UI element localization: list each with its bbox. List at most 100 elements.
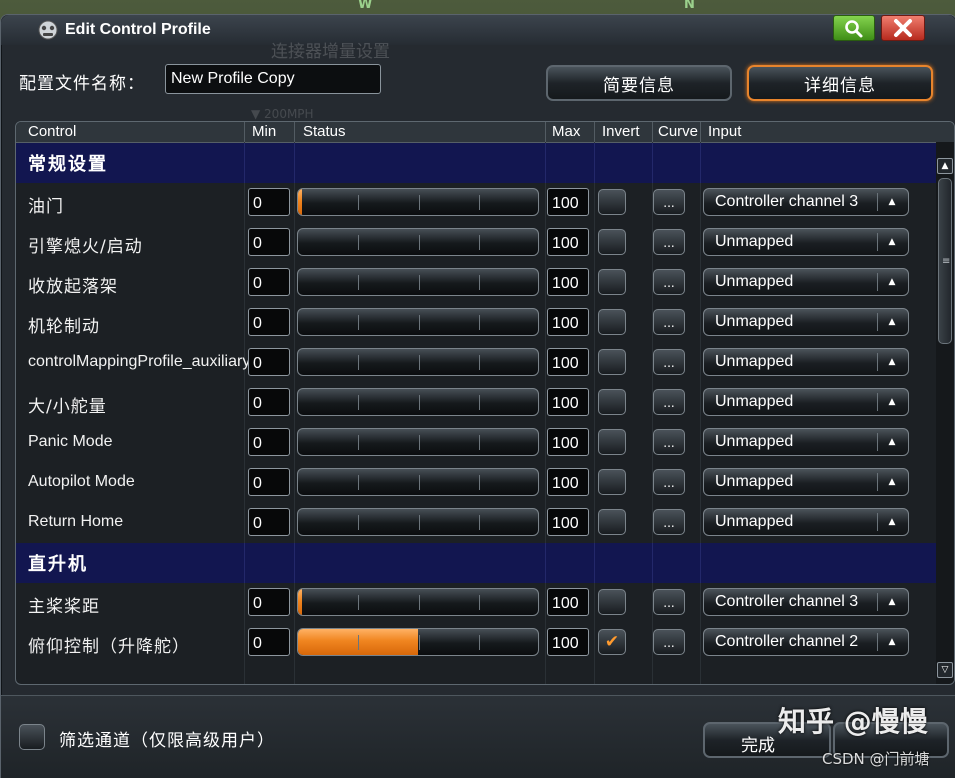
input-dropdown[interactable]: Unmapped ▲ bbox=[703, 508, 909, 536]
min-value-input[interactable] bbox=[248, 508, 290, 536]
table-row: 机轮制动 ... Unmapped ▲ bbox=[16, 303, 936, 343]
min-value-input[interactable] bbox=[248, 268, 290, 296]
status-tick bbox=[479, 315, 480, 330]
max-value-input[interactable] bbox=[547, 308, 589, 336]
input-dropdown[interactable]: Unmapped ▲ bbox=[703, 388, 909, 416]
control-name: 大/小舵量 bbox=[28, 397, 107, 417]
max-value-input[interactable] bbox=[547, 388, 589, 416]
status-tick bbox=[479, 595, 480, 610]
curve-button[interactable]: ... bbox=[653, 429, 685, 455]
dropdown-arrow-icon: ▲ bbox=[888, 477, 896, 487]
status-tick bbox=[358, 315, 359, 330]
dropdown-arrow-icon: ▲ bbox=[888, 437, 896, 447]
max-value-input[interactable] bbox=[547, 468, 589, 496]
min-value-input[interactable] bbox=[248, 188, 290, 216]
dropdown-arrow-icon: ▲ bbox=[888, 237, 896, 247]
min-value-input[interactable] bbox=[248, 388, 290, 416]
curve-button[interactable]: ... bbox=[653, 509, 685, 535]
scroll-thumb[interactable]: ≡ bbox=[938, 178, 952, 344]
close-button[interactable] bbox=[881, 15, 925, 41]
invert-checkbox[interactable] bbox=[598, 309, 626, 335]
input-dropdown[interactable]: Unmapped ▲ bbox=[703, 428, 909, 456]
input-dropdown[interactable]: Controller channel 2 ▲ bbox=[703, 628, 909, 656]
max-value-input[interactable] bbox=[547, 348, 589, 376]
filter-channels-checkbox[interactable] bbox=[19, 724, 45, 750]
input-dropdown[interactable]: Unmapped ▲ bbox=[703, 348, 909, 376]
control-name: Return Home bbox=[28, 513, 124, 530]
invert-checkbox[interactable] bbox=[598, 349, 626, 375]
curve-button[interactable]: ... bbox=[653, 469, 685, 495]
curve-button[interactable]: ... bbox=[653, 309, 685, 335]
min-value-input[interactable] bbox=[248, 428, 290, 456]
invert-checkbox[interactable] bbox=[598, 189, 626, 215]
invert-checkbox[interactable] bbox=[598, 589, 626, 615]
vertical-scrollbar[interactable]: ▲ ≡ ▽ bbox=[936, 142, 954, 684]
max-value-input[interactable] bbox=[547, 268, 589, 296]
dropdown-separator bbox=[877, 193, 878, 211]
status-bar bbox=[297, 228, 539, 256]
status-bar bbox=[297, 188, 539, 216]
status-tick bbox=[479, 475, 480, 490]
input-dropdown[interactable]: Unmapped ▲ bbox=[703, 268, 909, 296]
tab-summary[interactable]: 简要信息 bbox=[546, 65, 732, 101]
section-divider bbox=[545, 543, 546, 583]
curve-button[interactable]: ... bbox=[653, 589, 685, 615]
invert-checkbox[interactable] bbox=[598, 229, 626, 255]
min-value-input[interactable] bbox=[248, 588, 290, 616]
profile-name-input[interactable] bbox=[165, 64, 381, 94]
scroll-down-button[interactable]: ▽ bbox=[937, 662, 953, 678]
invert-checkbox[interactable] bbox=[598, 429, 626, 455]
status-tick bbox=[358, 435, 359, 450]
invert-checkbox[interactable]: ✔ bbox=[598, 629, 626, 655]
invert-checkbox[interactable] bbox=[598, 469, 626, 495]
min-value-input[interactable] bbox=[248, 228, 290, 256]
min-value-input[interactable] bbox=[248, 348, 290, 376]
max-value-input[interactable] bbox=[547, 228, 589, 256]
input-dropdown[interactable]: Unmapped ▲ bbox=[703, 468, 909, 496]
curve-button[interactable]: ... bbox=[653, 629, 685, 655]
curve-button[interactable]: ... bbox=[653, 269, 685, 295]
input-dropdown[interactable]: Unmapped ▲ bbox=[703, 228, 909, 256]
input-dropdown[interactable]: Controller channel 3 ▲ bbox=[703, 188, 909, 216]
scroll-up-button[interactable]: ▲ bbox=[937, 158, 953, 174]
min-value-input[interactable] bbox=[248, 628, 290, 656]
status-tick bbox=[419, 355, 420, 370]
status-tick bbox=[358, 235, 359, 250]
invert-checkbox[interactable] bbox=[598, 389, 626, 415]
max-value-input[interactable] bbox=[547, 508, 589, 536]
status-tick bbox=[419, 195, 420, 210]
invert-checkbox[interactable] bbox=[598, 509, 626, 535]
input-dropdown[interactable]: Controller channel 3 ▲ bbox=[703, 588, 909, 616]
status-bar bbox=[297, 628, 539, 656]
table-row: controlMappingProfile_auxiliaryMode ... … bbox=[16, 343, 936, 383]
tab-detail[interactable]: 详细信息 bbox=[747, 65, 933, 101]
section-divider bbox=[700, 143, 701, 183]
table-header: Control Min Status Max Invert Curve Inpu… bbox=[16, 122, 954, 143]
min-value-input[interactable] bbox=[248, 308, 290, 336]
max-value-input[interactable] bbox=[547, 588, 589, 616]
status-tick bbox=[358, 395, 359, 410]
header-divider bbox=[594, 122, 595, 142]
control-name: 收放起落架 bbox=[28, 277, 118, 297]
input-dropdown[interactable]: Unmapped ▲ bbox=[703, 308, 909, 336]
curve-button[interactable]: ... bbox=[653, 229, 685, 255]
search-button[interactable] bbox=[833, 15, 875, 41]
invert-checkbox[interactable] bbox=[598, 269, 626, 295]
max-value-input[interactable] bbox=[547, 188, 589, 216]
curve-button[interactable]: ... bbox=[653, 349, 685, 375]
max-value-input[interactable] bbox=[547, 428, 589, 456]
section-divider bbox=[652, 543, 653, 583]
max-value-input[interactable] bbox=[547, 628, 589, 656]
section-header-row: 常规设置 bbox=[16, 143, 936, 183]
csdn-watermark: CSDN @门前塘 bbox=[822, 750, 930, 768]
status-bar bbox=[297, 268, 539, 296]
curve-button[interactable]: ... bbox=[653, 189, 685, 215]
header-divider bbox=[700, 122, 701, 142]
min-value-input[interactable] bbox=[248, 468, 290, 496]
dropdown-separator bbox=[877, 593, 878, 611]
dropdown-arrow-icon: ▲ bbox=[888, 357, 896, 367]
control-name: 俯仰控制（升降舵） bbox=[28, 637, 190, 657]
status-tick bbox=[358, 195, 359, 210]
edit-control-profile-dialog: Edit Control Profile 连接器增量设置 配置文件名称： ▼ 2… bbox=[0, 14, 955, 778]
curve-button[interactable]: ... bbox=[653, 389, 685, 415]
